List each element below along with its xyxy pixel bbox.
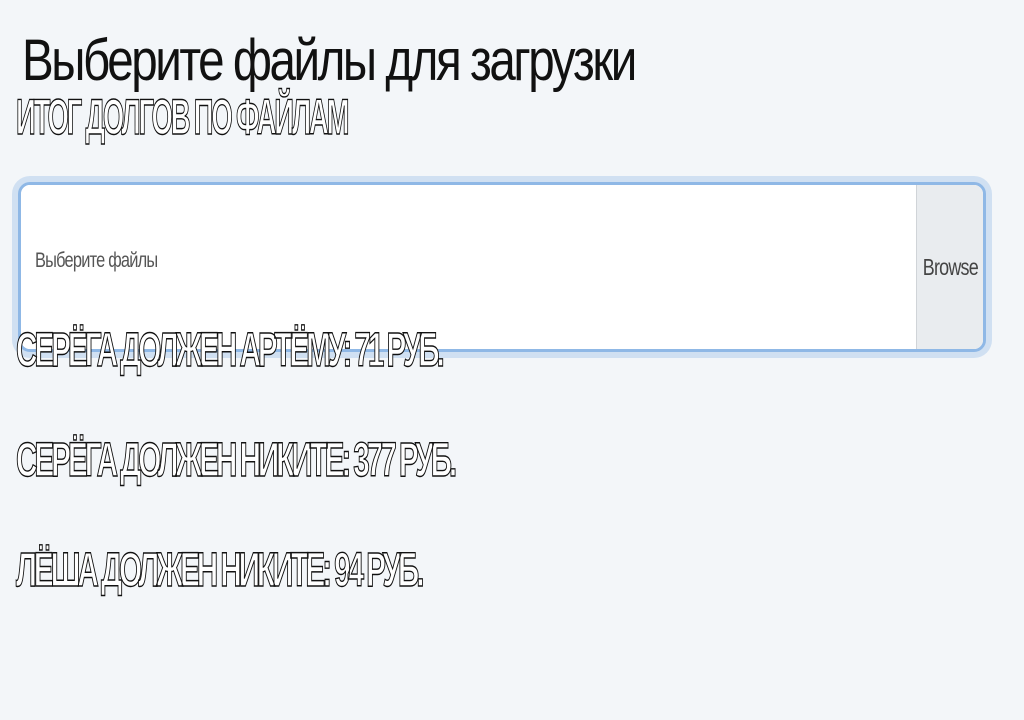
debt-item-text: СЕРЁГА ДОЛЖЕН АРТЁМУ: 71 РУБ. <box>16 323 446 377</box>
debts-list: СЕРЁГА ДОЛЖЕН АРТЁМУ: 71 РУБ. СЕРЁГА ДОЛ… <box>16 296 723 626</box>
debt-item: СЕРЁГА ДОЛЖЕН АРТЁМУ: 71 РУБ. <box>16 296 454 406</box>
debt-item: СЕРЁГА ДОЛЖЕН НИКИТЕ: 377 РУБ. <box>16 406 458 516</box>
page: Выберите файлы для загрузки ИТОГ ДОЛГОВ … <box>0 0 1024 720</box>
browse-button-label: Browse <box>922 253 978 280</box>
upload-title: Выберите файлы для загрузки <box>22 28 637 93</box>
browse-button[interactable]: Browse <box>916 185 983 349</box>
debt-item-text: СЕРЁГА ДОЛЖЕН НИКИТЕ: 377 РУБ. <box>16 433 458 487</box>
debts-summary-title: ИТОГ ДОЛГОВ ПО ФАЙЛАМ <box>16 89 350 145</box>
debt-item-text: ЛЁША ДОЛЖЕН НИКИТЕ: 94 РУБ. <box>16 543 425 597</box>
debt-item: ЛЁША ДОЛЖЕН НИКИТЕ: 94 РУБ. <box>16 516 454 626</box>
file-input-placeholder: Выберите файлы <box>35 249 158 272</box>
